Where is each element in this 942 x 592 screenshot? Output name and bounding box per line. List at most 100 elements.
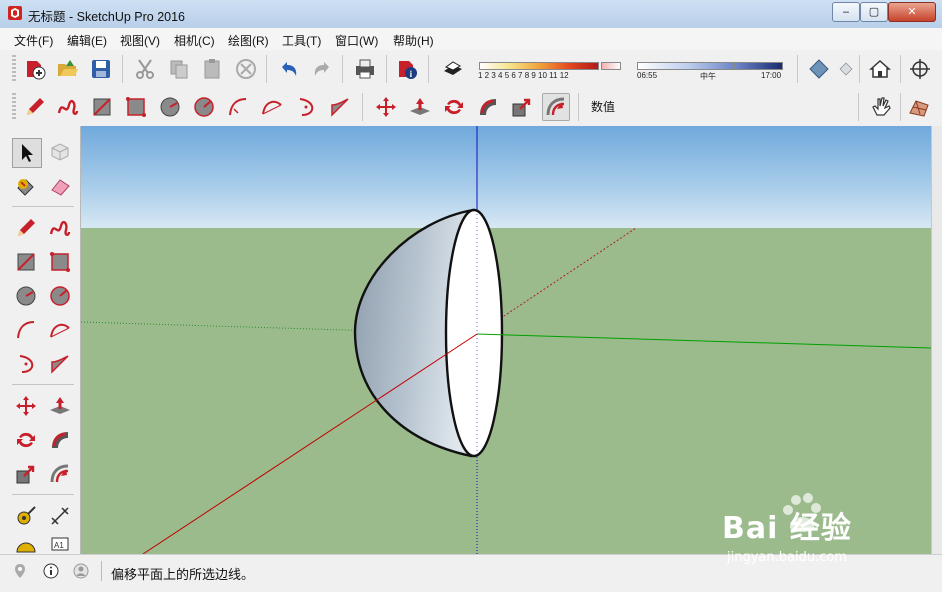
user-icon[interactable] bbox=[73, 563, 89, 579]
new-button[interactable] bbox=[22, 56, 48, 82]
component-button[interactable] bbox=[46, 138, 74, 166]
position-camera-button[interactable] bbox=[907, 56, 933, 82]
toolbar-grip[interactable] bbox=[12, 93, 16, 121]
date-slider-thumb[interactable] bbox=[601, 62, 621, 70]
menu-draw[interactable]: 绘图(R) bbox=[228, 32, 269, 49]
erase-button[interactable] bbox=[233, 56, 259, 82]
minimize-button[interactable]: ‒ bbox=[832, 2, 860, 22]
separator bbox=[342, 55, 343, 83]
menu-file[interactable]: 文件(F) bbox=[14, 32, 53, 49]
polygon-icon bbox=[50, 286, 70, 306]
rotated-rectangle-button[interactable] bbox=[123, 94, 149, 120]
move-tool-button[interactable] bbox=[12, 392, 40, 420]
pencil-button[interactable] bbox=[22, 94, 48, 120]
undo-button[interactable] bbox=[276, 56, 302, 82]
maximize-button[interactable]: ▢ bbox=[860, 2, 888, 22]
two-point-arc-icon bbox=[262, 100, 282, 115]
arc-button[interactable] bbox=[225, 94, 251, 120]
follow-me-icon bbox=[52, 432, 68, 448]
menu-camera[interactable]: 相机(C) bbox=[174, 32, 215, 49]
scale-button[interactable] bbox=[509, 94, 535, 120]
select-button[interactable] bbox=[12, 138, 42, 168]
arc-tool-button[interactable] bbox=[12, 316, 40, 344]
two-point-arc-button[interactable] bbox=[259, 94, 285, 120]
pie-button[interactable] bbox=[327, 94, 353, 120]
menu-view[interactable]: 视图(V) bbox=[120, 32, 160, 49]
rotated-rectangle-tool-button[interactable] bbox=[46, 248, 74, 276]
circle-icon bbox=[160, 97, 180, 117]
cut-button[interactable] bbox=[132, 56, 158, 82]
rotate-tool-button[interactable] bbox=[12, 426, 40, 454]
push-pull-tool-button[interactable] bbox=[46, 392, 74, 420]
polygon-button[interactable] bbox=[191, 94, 217, 120]
tape-measure-button[interactable] bbox=[12, 502, 40, 530]
pie-tool-button[interactable] bbox=[46, 350, 74, 378]
follow-me-button[interactable] bbox=[475, 94, 501, 120]
hemisphere-face[interactable] bbox=[444, 208, 504, 458]
separator bbox=[428, 55, 429, 83]
eraser-button[interactable] bbox=[46, 172, 74, 200]
close-button[interactable]: ✕ bbox=[888, 2, 936, 22]
circle-tool-button[interactable] bbox=[12, 282, 40, 310]
model-info-icon: i bbox=[399, 61, 417, 79]
time-mid: 中午 bbox=[700, 72, 716, 81]
rectangle-button[interactable] bbox=[89, 94, 115, 120]
warehouse-button[interactable] bbox=[867, 56, 893, 82]
geo-location-icon[interactable] bbox=[12, 563, 28, 579]
menu-bar: 文件(F) 编辑(E) 视图(V) 相机(C) 绘图(R) 工具(T) 窗口(W… bbox=[0, 28, 942, 51]
three-point-arc-button[interactable] bbox=[293, 94, 319, 120]
fog-button[interactable] bbox=[806, 56, 832, 82]
info-icon[interactable] bbox=[43, 563, 59, 579]
print-button[interactable] bbox=[352, 56, 378, 82]
follow-me-tool-button[interactable] bbox=[46, 426, 74, 454]
model-info-button[interactable]: i bbox=[394, 56, 420, 82]
separator bbox=[122, 55, 123, 83]
scale-tool-button[interactable] bbox=[12, 460, 40, 488]
three-point-arc-tool-button[interactable] bbox=[12, 350, 40, 378]
hand-button[interactable] bbox=[868, 94, 894, 120]
drawing-toolbar: 数值 bbox=[0, 88, 942, 127]
shadows-toggle[interactable] bbox=[440, 56, 466, 82]
rectangle-tool-button[interactable] bbox=[12, 248, 40, 276]
time-slider[interactable]: 06:55 中午 17:00 bbox=[635, 59, 785, 85]
paste-button[interactable] bbox=[199, 56, 225, 82]
menu-tools[interactable]: 工具(T) bbox=[282, 32, 321, 49]
menu-help[interactable]: 帮助(H) bbox=[393, 32, 434, 49]
menu-window[interactable]: 窗口(W) bbox=[335, 32, 378, 49]
freehand-tool-button[interactable] bbox=[46, 214, 74, 242]
menu-edit[interactable]: 编辑(E) bbox=[67, 32, 107, 49]
time-gradient bbox=[637, 62, 735, 70]
move-button[interactable] bbox=[373, 94, 399, 120]
offset-tool-button[interactable] bbox=[46, 460, 74, 488]
save-button[interactable] bbox=[88, 56, 114, 82]
dimension-button[interactable] bbox=[46, 502, 74, 530]
pencil-icon bbox=[27, 98, 44, 115]
follow-me-icon bbox=[480, 99, 496, 115]
freehand-button[interactable] bbox=[55, 94, 81, 120]
line-button[interactable] bbox=[12, 214, 40, 242]
polygon-tool-button[interactable] bbox=[46, 282, 74, 310]
separator bbox=[797, 55, 798, 83]
protractor-button[interactable] bbox=[12, 534, 40, 554]
save-icon bbox=[92, 60, 110, 78]
text-button[interactable]: A1 bbox=[46, 534, 74, 554]
paste-icon bbox=[204, 59, 220, 79]
offset-button[interactable] bbox=[542, 93, 570, 121]
circle-button[interactable] bbox=[157, 94, 183, 120]
two-point-arc-tool-button[interactable] bbox=[46, 316, 74, 344]
fog-button-partial[interactable] bbox=[838, 56, 854, 82]
copy-icon bbox=[170, 60, 188, 79]
measurements-input[interactable] bbox=[625, 95, 855, 119]
erase-icon bbox=[236, 59, 256, 79]
date-slider[interactable]: 1 2 3 4 5 6 7 8 9 10 11 12 bbox=[475, 59, 625, 85]
open-button[interactable] bbox=[55, 56, 81, 82]
paint-bucket-icon bbox=[17, 179, 34, 196]
paint-bucket-button[interactable] bbox=[12, 172, 40, 200]
toolbar-grip[interactable] bbox=[12, 55, 16, 83]
sandbox-button[interactable] bbox=[906, 94, 932, 120]
copy-button[interactable] bbox=[166, 56, 192, 82]
redo-button[interactable] bbox=[309, 56, 335, 82]
push-pull-button[interactable] bbox=[407, 94, 433, 120]
rotate-button[interactable] bbox=[441, 94, 467, 120]
time-end: 17:00 bbox=[761, 71, 782, 80]
